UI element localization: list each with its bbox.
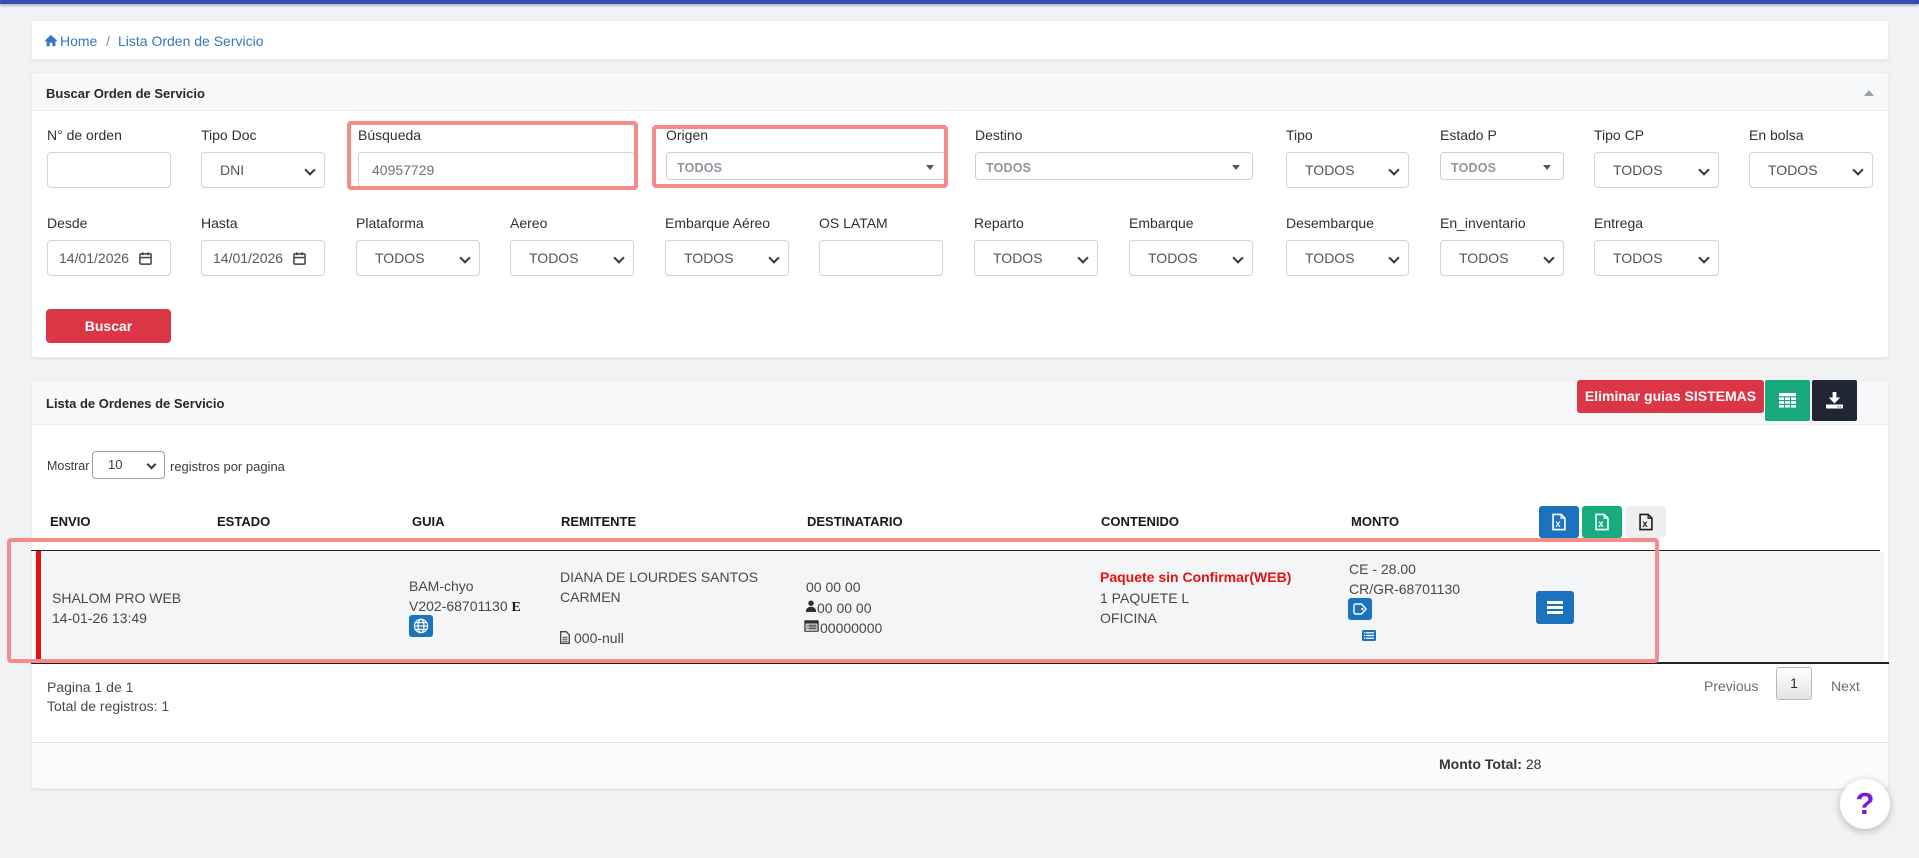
svg-text:x: x: [1642, 519, 1648, 530]
svg-text:x: x: [1598, 519, 1604, 530]
svg-text:x: x: [1555, 519, 1561, 530]
